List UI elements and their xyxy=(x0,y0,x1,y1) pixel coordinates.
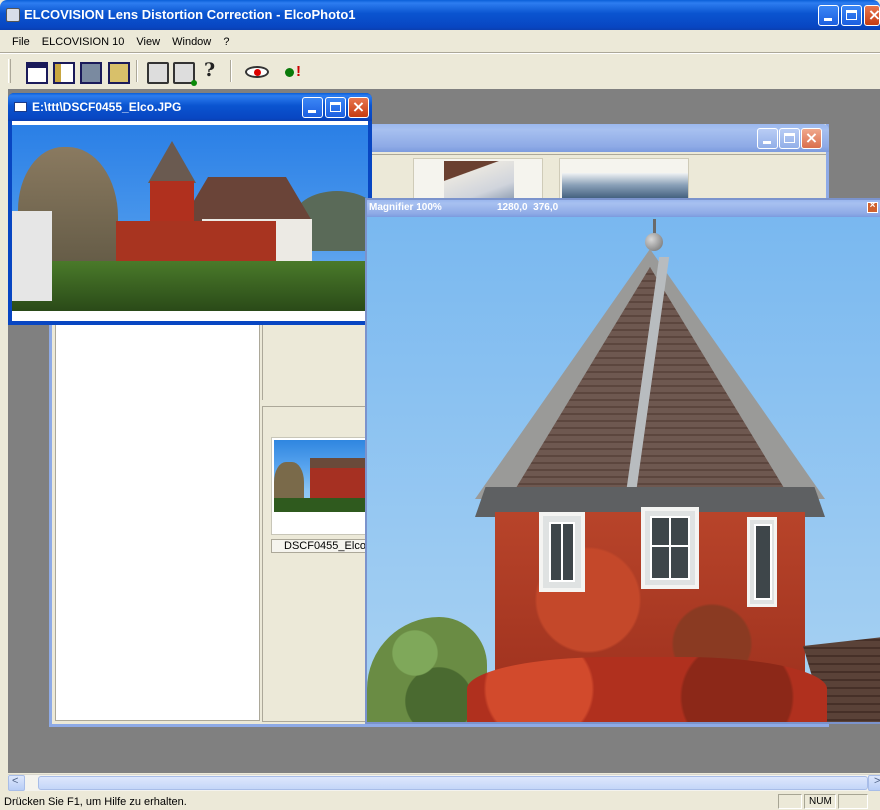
browser-maximize-button[interactable] xyxy=(779,128,800,149)
close-icon: × xyxy=(867,5,880,24)
minimize-icon xyxy=(763,141,771,144)
chevron-right-icon: > xyxy=(874,775,880,787)
print-icon[interactable] xyxy=(147,62,169,84)
magnifier-label: Magnifier 100% xyxy=(369,202,442,213)
browser-minimize-button[interactable] xyxy=(757,128,778,149)
main-title-bar[interactable]: ELCOVISION Lens Distortion Correction - … xyxy=(0,0,880,30)
folder-tree-pane[interactable] xyxy=(55,319,260,721)
maximize-icon xyxy=(330,102,341,112)
browser-close-button[interactable]: × xyxy=(801,128,822,149)
image-close-button[interactable]: × xyxy=(348,97,369,118)
image-window-title-bar[interactable]: E:\ttt\DSCF0455_Elco.JPG × xyxy=(8,93,372,121)
image-minimize-button[interactable] xyxy=(302,97,323,118)
maximize-icon xyxy=(846,10,857,20)
toolbar: ? ! xyxy=(0,55,880,87)
record-icon[interactable]: ! xyxy=(285,63,307,81)
magnifier-window[interactable]: Magnifier 100% 1280,0 376,0 × xyxy=(365,198,880,724)
status-num-indicator: NUM xyxy=(804,794,836,809)
thumbnail-view-icon[interactable] xyxy=(80,62,102,84)
status-cell-caps xyxy=(778,794,802,809)
toolbar-separator xyxy=(136,60,138,82)
status-message: Drücken Sie F1, um Hilfe zu erhalten. xyxy=(4,796,187,808)
image-maximize-button[interactable] xyxy=(325,97,346,118)
properties-view-icon[interactable] xyxy=(108,62,130,84)
close-icon: × xyxy=(351,97,366,116)
tower-window-left xyxy=(539,512,585,592)
details-view-icon[interactable] xyxy=(53,62,75,84)
magnifier-coords: 1280,0 376,0 xyxy=(497,202,559,213)
maximize-icon xyxy=(784,133,795,143)
minimize-icon xyxy=(308,110,316,113)
menu-view[interactable]: View xyxy=(136,34,160,50)
photo-garden xyxy=(12,261,368,311)
app-icon xyxy=(6,8,20,22)
horizontal-scrollbar[interactable]: < > xyxy=(8,774,880,791)
thumbnail-card[interactable] xyxy=(271,437,374,535)
menu-window[interactable]: Window xyxy=(172,34,211,50)
image-window-title: E:\ttt\DSCF0455_Elco.JPG xyxy=(32,100,182,114)
magnified-view[interactable] xyxy=(367,217,880,722)
ivy-base xyxy=(467,657,827,722)
app-title: ELCOVISION Lens Distortion Correction - … xyxy=(24,7,356,22)
minimize-icon xyxy=(824,18,832,21)
strip-thumb-1[interactable] xyxy=(413,158,543,202)
close-icon: × xyxy=(804,128,819,147)
eye-icon[interactable] xyxy=(245,66,269,78)
chevron-left-icon: < xyxy=(12,775,19,787)
print-preview-icon[interactable] xyxy=(173,62,197,86)
menu-elcovision[interactable]: ELCOVISION 10 xyxy=(42,34,125,50)
spire-ball xyxy=(645,233,663,251)
magnifier-title-bar[interactable]: Magnifier 100% 1280,0 376,0 × xyxy=(367,200,880,217)
thumbnail-image xyxy=(274,440,374,512)
scroll-right-button[interactable]: > xyxy=(868,775,880,791)
toolbar-separator-2 xyxy=(230,60,232,82)
list-view-icon[interactable] xyxy=(26,62,48,84)
close-button[interactable]: × xyxy=(864,5,880,26)
tower-window-center xyxy=(641,507,699,589)
menu-file[interactable]: File xyxy=(12,34,30,50)
image-window-icon xyxy=(14,102,27,112)
strip-thumb-2[interactable] xyxy=(559,158,689,203)
photo-view[interactable] xyxy=(12,121,368,321)
status-bar: Drücken Sie F1, um Hilfe zu erhalten. xyxy=(0,792,880,810)
help-icon[interactable]: ? xyxy=(204,59,220,81)
menu-separator xyxy=(0,52,880,54)
maximize-button[interactable] xyxy=(841,5,862,26)
magnifier-close-button[interactable]: × xyxy=(867,200,878,213)
thumbnail-list-pane: DSCF0455_Elco. xyxy=(262,406,375,722)
close-icon: × xyxy=(869,200,876,211)
thumbnail-label[interactable]: DSCF0455_Elco. xyxy=(271,539,375,553)
minimize-button[interactable] xyxy=(818,5,839,26)
photo-white-building xyxy=(12,211,52,301)
status-cell-scroll xyxy=(838,794,868,809)
menu-help[interactable]: ? xyxy=(223,34,229,50)
image-window[interactable]: E:\ttt\DSCF0455_Elco.JPG × xyxy=(8,93,372,325)
menu-bar: File ELCOVISION 10 View Window ? xyxy=(0,34,238,50)
toolbar-grip[interactable] xyxy=(8,59,11,83)
scroll-left-button[interactable]: < xyxy=(8,775,25,791)
tower-window-right xyxy=(747,517,777,607)
scroll-thumb[interactable] xyxy=(38,776,868,790)
